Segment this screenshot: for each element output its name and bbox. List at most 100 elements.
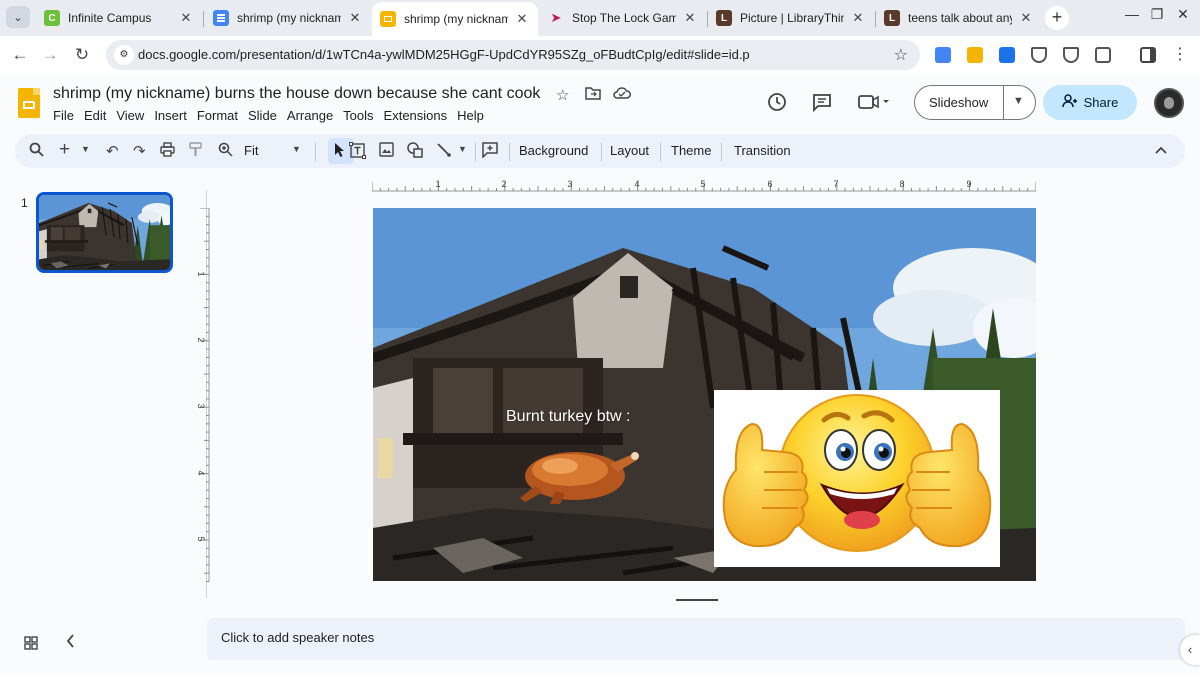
- back-icon[interactable]: ←: [8, 44, 32, 66]
- slideshow-button[interactable]: Slideshow ▼: [914, 85, 1036, 120]
- print-icon[interactable]: [160, 142, 175, 161]
- redo-icon[interactable]: ↷: [133, 142, 146, 160]
- undo-icon[interactable]: ↶: [106, 142, 119, 160]
- toolbar-divider: [721, 143, 722, 161]
- menu-format[interactable]: Format: [197, 108, 244, 123]
- tab-stop-the-lock-game[interactable]: ➤ Stop The Lock Game ✕: [540, 4, 706, 32]
- menu-view[interactable]: View: [116, 108, 150, 123]
- collapse-filmstrip-icon[interactable]: [66, 634, 75, 652]
- add-comment-icon[interactable]: [482, 142, 498, 162]
- layout-button[interactable]: Layout: [610, 143, 649, 158]
- extension-icon[interactable]: [999, 47, 1015, 63]
- shield-icon[interactable]: [1031, 47, 1047, 63]
- move-folder-icon[interactable]: [585, 86, 601, 104]
- tab-search-chevron-icon[interactable]: ⌄: [6, 6, 30, 28]
- text-box-icon[interactable]: [349, 142, 366, 163]
- paint-format-icon[interactable]: [189, 142, 202, 161]
- slide-thumbnail-image: [39, 195, 170, 270]
- vertical-ruler[interactable]: 1 2 3 4 5: [196, 208, 210, 582]
- close-icon[interactable]: ✕: [850, 10, 866, 26]
- avatar[interactable]: [1154, 88, 1184, 118]
- close-icon[interactable]: ✕: [1018, 10, 1034, 26]
- tab-title: shrimp (my nickname): [404, 12, 508, 26]
- shield-icon[interactable]: [1063, 47, 1079, 63]
- roast-turkey-image[interactable]: [515, 436, 640, 506]
- menu-help[interactable]: Help: [457, 108, 490, 123]
- new-tab-button[interactable]: +: [1045, 6, 1069, 30]
- tab-teens-talk[interactable]: L teens talk about anyth ✕: [876, 4, 1042, 32]
- close-icon[interactable]: ✕: [682, 10, 698, 26]
- close-icon[interactable]: ✕: [347, 10, 363, 26]
- menu-file[interactable]: File: [53, 108, 80, 123]
- speaker-notes-placeholder[interactable]: Click to add speaker notes: [221, 630, 374, 645]
- new-slide-dropdown-icon[interactable]: ▼: [81, 144, 90, 154]
- menu-slide[interactable]: Slide: [248, 108, 283, 123]
- side-panel-icon[interactable]: [1140, 47, 1156, 63]
- tab-picture-librarything[interactable]: L Picture | LibraryThing ✕: [708, 4, 874, 32]
- meet-video-icon[interactable]: [858, 92, 890, 117]
- horizontal-ruler[interactable]: 1 2 3 4 5 6 7 8 9: [372, 178, 1036, 192]
- grid-view-icon[interactable]: [24, 636, 38, 654]
- menu-edit[interactable]: Edit: [84, 108, 112, 123]
- version-history-icon[interactable]: [767, 92, 787, 117]
- zoom-icon[interactable]: [218, 142, 233, 161]
- tab-infinite-campus[interactable]: C Infinite Campus ✕: [36, 4, 202, 32]
- shape-icon[interactable]: [407, 142, 424, 162]
- menu-extensions[interactable]: Extensions: [384, 108, 454, 123]
- tab-title: teens talk about anyth: [908, 11, 1012, 25]
- zoom-select[interactable]: Fit: [244, 143, 258, 158]
- editing-toolbar: + ▼ ↶ ↷ Fit ▼ ▼ Background Layout Theme …: [15, 134, 1185, 168]
- menu-insert[interactable]: Insert: [154, 108, 193, 123]
- ruler-label: 2: [501, 179, 506, 189]
- reload-icon[interactable]: ↻: [70, 44, 94, 66]
- slide-thumbnail-1[interactable]: [36, 192, 173, 273]
- browser-nav-bar: ← → ↻ ⚙ docs.google.com/presentation/d/1…: [0, 36, 1200, 74]
- menu-tools[interactable]: Tools: [343, 108, 379, 123]
- forward-icon[interactable]: →: [38, 44, 62, 66]
- side-panel-expand-icon[interactable]: ‹: [1180, 635, 1200, 665]
- browser-tab-strip: ⌄ C Infinite Campus ✕ shrimp (my nicknam…: [0, 0, 1200, 36]
- close-window-icon[interactable]: ✕: [1168, 6, 1198, 23]
- line-icon[interactable]: [436, 142, 452, 162]
- theme-button[interactable]: Theme: [671, 143, 711, 158]
- ruler-label: 2: [196, 337, 206, 342]
- slide-canvas[interactable]: Burnt turkey btw :: [373, 208, 1036, 581]
- chevron-down-icon[interactable]: ▼: [1013, 95, 1024, 107]
- tab-title: Infinite Campus: [68, 11, 152, 25]
- insert-image-icon[interactable]: [379, 142, 394, 161]
- select-cursor-icon[interactable]: [334, 142, 347, 162]
- slide-caption-text[interactable]: Burnt turkey btw :: [506, 408, 631, 426]
- background-button[interactable]: Background: [519, 143, 588, 158]
- cloud-saved-icon[interactable]: [613, 86, 631, 104]
- browser-menu-icon[interactable]: ⋮: [1168, 44, 1192, 66]
- menu-arrange[interactable]: Arrange: [287, 108, 339, 123]
- zoom-dropdown-icon[interactable]: ▼: [292, 144, 301, 154]
- toolbar-divider: [660, 143, 661, 161]
- notes-resize-handle[interactable]: [676, 599, 718, 601]
- new-slide-icon[interactable]: +: [59, 139, 70, 161]
- tab-shrimp-docs[interactable]: shrimp (my nickname) ✕: [205, 4, 371, 32]
- collapse-toolbar-icon[interactable]: [1155, 142, 1167, 157]
- bookmark-star-icon[interactable]: ☆: [894, 45, 908, 65]
- tab-title: Picture | LibraryThing: [740, 11, 844, 25]
- url-text[interactable]: docs.google.com/presentation/d/1wTCn4a-y…: [138, 47, 750, 62]
- close-icon[interactable]: ✕: [178, 10, 194, 26]
- extension-icon[interactable]: [967, 47, 983, 63]
- search-menus-icon[interactable]: [29, 142, 44, 161]
- extensions-puzzle-icon[interactable]: [1095, 47, 1111, 63]
- translate-extension-icon[interactable]: [935, 47, 951, 63]
- share-button[interactable]: Share: [1043, 85, 1137, 120]
- thumbs-up-emoji-image[interactable]: [714, 390, 1000, 567]
- speaker-notes-area[interactable]: Click to add speaker notes: [207, 618, 1185, 660]
- document-title[interactable]: shrimp (my nickname) burns the house dow…: [53, 85, 540, 103]
- close-icon[interactable]: ✕: [514, 11, 530, 27]
- slides-logo-icon[interactable]: [18, 88, 40, 118]
- site-info-icon[interactable]: ⚙: [114, 45, 134, 65]
- line-dropdown-icon[interactable]: ▼: [458, 144, 467, 154]
- slideshow-label[interactable]: Slideshow: [929, 95, 988, 110]
- transition-button[interactable]: Transition: [734, 143, 791, 158]
- star-icon[interactable]: ☆: [556, 86, 569, 104]
- tab-shrimp-slides-active[interactable]: shrimp (my nickname) ✕: [372, 2, 538, 36]
- comments-icon[interactable]: [812, 92, 832, 117]
- address-bar[interactable]: ⚙ docs.google.com/presentation/d/1wTCn4a…: [106, 40, 920, 70]
